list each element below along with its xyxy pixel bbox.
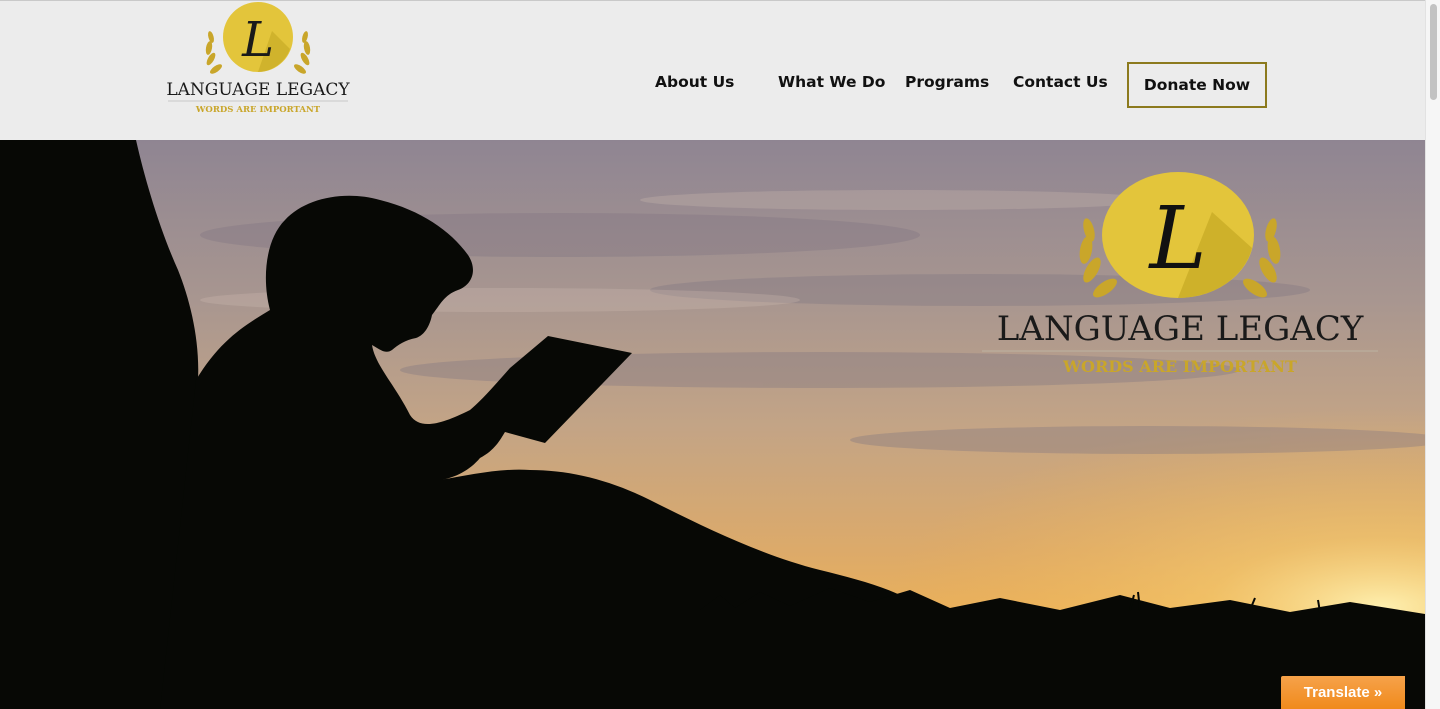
site-header: L LANGUAGE LEGACY WORDS ARE IMPORTANT Ab… [0, 1, 1425, 140]
nav-what-we-do[interactable]: What We Do [778, 73, 885, 91]
hero-logo-name: LANGUAGE LEGACY [997, 309, 1364, 349]
page-scrollbar[interactable] [1425, 0, 1440, 709]
laurel-monogram-icon: L LANGUAGE LEGACY WORDS ARE IMPORTANT [982, 172, 1378, 376]
hero-logo-tagline: WORDS ARE IMPORTANT [1062, 357, 1297, 376]
hero-logo-monogram: L [1147, 189, 1206, 289]
translate-button[interactable]: Translate » [1281, 676, 1405, 709]
scrollbar-thumb[interactable] [1430, 4, 1437, 100]
main-nav: About Us What We Do Programs Contact Us … [0, 1, 1425, 140]
nav-about-us[interactable]: About Us [655, 73, 734, 91]
hero-logo: L LANGUAGE LEGACY WORDS ARE IMPORTANT [970, 170, 1390, 385]
nav-contact-us[interactable]: Contact Us [1013, 73, 1108, 91]
page: L LANGUAGE LEGACY WORDS ARE IMPORTANT Ab… [0, 0, 1425, 709]
donate-now-button[interactable]: Donate Now [1127, 62, 1267, 108]
hero-banner: L LANGUAGE LEGACY WORDS ARE IMPORTANT [0, 140, 1425, 709]
nav-programs[interactable]: Programs [905, 73, 989, 91]
